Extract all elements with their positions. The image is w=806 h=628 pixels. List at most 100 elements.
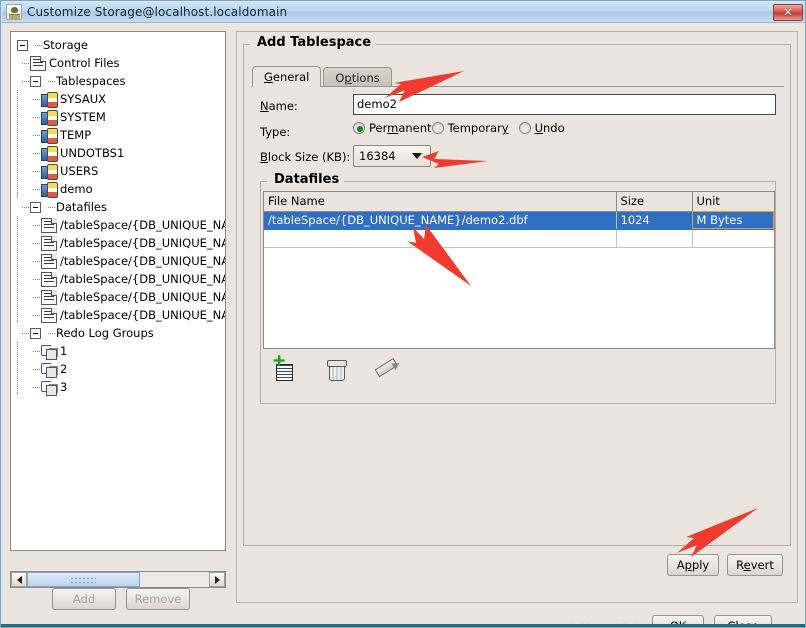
datafiles-table-container[interactable]: File Name Size Unit /tableSpace/{DB_UNIQ…: [263, 191, 775, 349]
cell-unit[interactable]: M Bytes: [692, 211, 774, 230]
cell-unit[interactable]: [692, 229, 774, 248]
tree-collapse-toggle[interactable]: [30, 201, 41, 213]
tab-bar: General Options: [252, 66, 392, 87]
datafiles-table: File Name Size Unit /tableSpace/{DB_UNIQ…: [264, 192, 774, 248]
client-area: Storage Control Files Tablespaces SYSAUX SYS…: [2, 23, 805, 627]
storage-tree: Storage Control Files Tablespaces SYSAUX SYS…: [11, 32, 225, 396]
tree-connector: [17, 198, 29, 216]
datafile-icon: [41, 289, 57, 305]
tree-item-control-files[interactable]: Control Files: [17, 54, 225, 72]
tree-item-tablespace-db-unique-name[interactable]: /tableSpace/{DB_UNIQUE_NAME}: [17, 234, 225, 252]
tree-connector: [28, 216, 40, 234]
add-button[interactable]: Add: [52, 588, 116, 610]
tree-guide: [17, 360, 18, 378]
radio-undo[interactable]: Undo: [518, 121, 565, 135]
tree-connector: [28, 126, 40, 144]
tree-item-tablespace-db-unique-name[interactable]: /tableSpace/{DB_UNIQUE_NAME}: [17, 270, 225, 288]
tree-item-tablespace-db-unique-name[interactable]: /tableSpace/{DB_UNIQUE_NAME}: [17, 216, 225, 234]
tree-item-undotbs1[interactable]: UNDOTBS1: [17, 144, 225, 162]
tree-item-label: /tableSpace/{DB_UNIQUE_NAME}: [60, 218, 225, 232]
tree-item-temp[interactable]: TEMP: [17, 126, 225, 144]
tree-connector: [28, 342, 40, 360]
chevron-right-icon: [214, 575, 220, 584]
apply-button-label: Apply: [676, 558, 710, 572]
tree-item-demo[interactable]: demo: [17, 180, 225, 198]
tree-connector: [28, 360, 40, 378]
revert-button[interactable]: Revert: [727, 554, 783, 576]
datafiles-border-left: [261, 181, 267, 182]
tree-horizontal-scrollbar[interactable]: [10, 571, 226, 588]
cell-file-name[interactable]: [264, 229, 617, 248]
datafiles-border-right: [337, 181, 775, 182]
tree-guide: [17, 234, 18, 252]
cell-size[interactable]: 1024: [616, 211, 693, 230]
tree-item-2[interactable]: 2: [17, 360, 225, 378]
tree-connector: [28, 234, 40, 252]
tree-item-tablespaces[interactable]: Tablespaces: [17, 72, 225, 90]
title-bar: Customize Storage@localhost.localdomain …: [2, 2, 805, 23]
scrollbar-thumb[interactable]: [27, 572, 140, 587]
cell-size[interactable]: [616, 229, 693, 248]
tree-item-datafiles[interactable]: Datafiles: [17, 198, 225, 216]
tree-guide: [17, 108, 18, 126]
table-row[interactable]: /tableSpace/{DB_UNIQUE_NAME}/demo2.dbf 10…: [264, 211, 774, 230]
tree-collapse-toggle[interactable]: [17, 39, 28, 51]
column-header-unit[interactable]: Unit: [692, 192, 774, 212]
tab-options[interactable]: Options: [323, 67, 392, 87]
tree-item-system[interactable]: SYSTEM: [17, 108, 225, 126]
block-size-value: 16384: [359, 149, 396, 163]
tree-guide: [17, 252, 18, 270]
tree-item-3[interactable]: 3: [17, 378, 225, 396]
radio-permanent-label: Permanent: [369, 121, 432, 135]
tab-general-label: General: [264, 70, 310, 84]
tree-item-tablespace-db-unique-name[interactable]: /tableSpace/{DB_UNIQUE_NAME}: [17, 288, 225, 306]
tree-connector: [28, 108, 40, 126]
radio-permanent[interactable]: Permanent: [353, 121, 432, 135]
tree-item-tablespace-db-unique-name[interactable]: /tableSpace/{DB_UNIQUE_NAME}: [17, 252, 225, 270]
tree-collapse-toggle[interactable]: [30, 75, 41, 87]
datafiles-title: Datafiles: [269, 172, 345, 187]
datafile-icon: [41, 253, 57, 269]
column-header-file-name[interactable]: File Name: [264, 192, 617, 212]
cell-file-name[interactable]: /tableSpace/{DB_UNIQUE_NAME}/demo2.dbf: [264, 211, 617, 230]
tree-guide: [17, 180, 18, 198]
name-input[interactable]: demo2: [353, 94, 776, 115]
tree-connector: [17, 324, 29, 342]
tree-item-label: /tableSpace/{DB_UNIQUE_NAME}: [60, 290, 225, 304]
tree-connector: [17, 72, 29, 90]
table-header-row: File Name Size Unit: [264, 192, 774, 212]
storage-tree-panel[interactable]: Storage Control Files Tablespaces SYSAUX SYS…: [10, 31, 226, 551]
remove-button[interactable]: Remove: [126, 588, 190, 610]
block-size-select[interactable]: 16384: [353, 145, 431, 167]
tablespace-icon: [41, 163, 58, 180]
scroll-left-button[interactable]: [11, 572, 27, 587]
tree-item-label: SYSTEM: [60, 110, 106, 124]
add-datafile-icon[interactable]: [271, 353, 297, 383]
detail-panel: Add Tablespace General Options Name: dem…: [236, 31, 798, 603]
tree-item-redo-log-groups[interactable]: Redo Log Groups: [17, 324, 225, 342]
radio-temporary[interactable]: Temporary: [431, 121, 509, 135]
tree-item-sysaux[interactable]: SYSAUX: [17, 90, 225, 108]
scroll-right-button[interactable]: [209, 572, 225, 587]
tab-general[interactable]: General: [252, 66, 322, 87]
tree-item-1[interactable]: 1: [17, 342, 225, 360]
tree-collapse-toggle[interactable]: [30, 327, 41, 339]
column-header-size[interactable]: Size: [616, 192, 693, 212]
window-title: Customize Storage@localhost.localdomain: [27, 5, 288, 19]
tree-item-label: Storage: [43, 38, 88, 52]
scrollbar-track[interactable]: [27, 572, 209, 587]
edit-datafile-icon[interactable]: [375, 357, 401, 383]
window-close-button[interactable]: ✕: [773, 4, 803, 21]
tree-connector: [28, 180, 40, 198]
name-label: Name:: [260, 99, 298, 113]
table-row[interactable]: [264, 229, 774, 248]
tree-item-users[interactable]: USERS: [17, 162, 225, 180]
tree-item-storage[interactable]: Storage: [17, 36, 225, 54]
tree-connector: [43, 324, 55, 342]
java-coffee-cup-icon: [6, 4, 22, 20]
tree-item-tablespace-db-unique-name[interactable]: /tableSpace/{DB_UNIQUE_NAME}: [17, 306, 225, 324]
delete-datafile-icon[interactable]: [323, 357, 349, 383]
tree-connector: [17, 54, 29, 72]
group-border-left: [244, 44, 250, 45]
apply-button[interactable]: Apply: [667, 554, 719, 576]
